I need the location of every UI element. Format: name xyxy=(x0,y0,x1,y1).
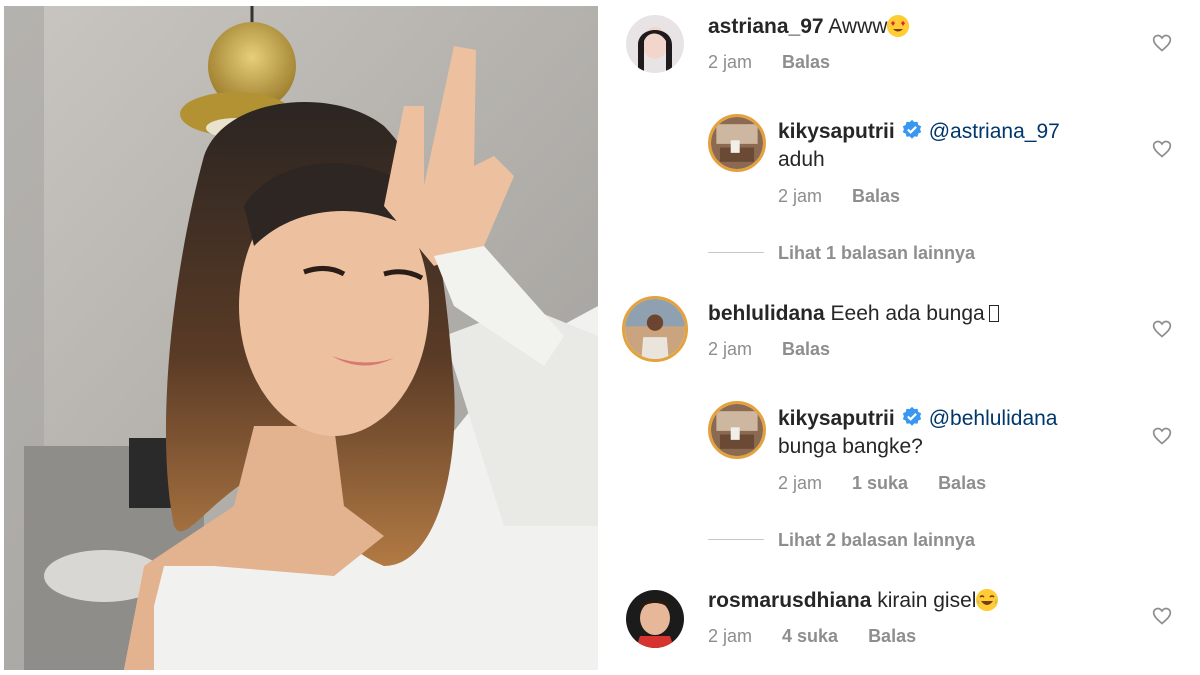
reply-button[interactable]: Balas xyxy=(782,339,830,359)
comment-meta: 2 jam 1 suka Balas xyxy=(778,473,1016,494)
like-count[interactable]: 1 suka xyxy=(852,473,908,493)
comment-text: Awww xyxy=(828,15,888,38)
divider xyxy=(708,539,764,540)
like-count[interactable]: 4 suka xyxy=(782,626,838,646)
comment-meta: 2 jam Balas xyxy=(708,339,860,360)
mention-link[interactable]: @behlulidana xyxy=(929,407,1058,430)
avatar[interactable] xyxy=(626,590,684,648)
comment-line: kikysaputrii @astriana_97 xyxy=(778,119,1060,145)
like-heart-icon[interactable] xyxy=(1152,139,1172,159)
comment-line: behlulidana Eeeh ada bunga xyxy=(708,301,999,327)
mention-link[interactable]: @astriana_97 xyxy=(929,120,1060,143)
laughing-emoji-icon xyxy=(976,589,999,611)
comment-meta: 2 jam Balas xyxy=(778,186,930,207)
comment-text: Eeeh ada bunga xyxy=(830,302,985,325)
avatar[interactable] xyxy=(626,15,684,73)
heart-eyes-emoji-icon xyxy=(887,15,910,37)
timestamp: 2 jam xyxy=(778,186,823,206)
timestamp: 2 jam xyxy=(708,52,753,72)
view-more-replies-button[interactable]: Lihat 2 balasan lainnya xyxy=(778,530,975,551)
timestamp: 2 jam xyxy=(708,626,753,646)
timestamp: 2 jam xyxy=(708,339,753,359)
username[interactable]: kikysaputrii xyxy=(778,120,895,143)
comment-meta: 2 jam Balas xyxy=(708,52,860,73)
username[interactable]: rosmarusdhiana xyxy=(708,589,871,612)
comment-line: astriana_97 Awww xyxy=(708,14,910,40)
reply-button[interactable]: Balas xyxy=(782,52,830,72)
reply-button[interactable]: Balas xyxy=(938,473,986,493)
divider xyxy=(708,252,764,253)
like-heart-icon[interactable] xyxy=(1152,33,1172,53)
avatar[interactable] xyxy=(622,296,688,362)
verified-badge-icon xyxy=(902,119,921,139)
reply-button[interactable]: Balas xyxy=(852,186,900,206)
post-photo xyxy=(4,6,598,670)
avatar[interactable] xyxy=(708,114,766,172)
missing-glyph-icon xyxy=(988,305,999,322)
comment-line: rosmarusdhiana kirain gisel xyxy=(708,588,999,614)
comment-text: aduh xyxy=(778,148,825,171)
username[interactable]: astriana_97 xyxy=(708,15,824,38)
like-heart-icon[interactable] xyxy=(1152,606,1172,626)
view-more-replies-button[interactable]: Lihat 1 balasan lainnya xyxy=(778,243,975,264)
comment-meta: 2 jam 4 suka Balas xyxy=(708,626,946,647)
comment-line: kikysaputrii @behlulidana xyxy=(778,406,1057,432)
reply-button[interactable]: Balas xyxy=(868,626,916,646)
avatar[interactable] xyxy=(708,401,766,459)
comment-text: bunga bangke? xyxy=(778,435,923,458)
like-heart-icon[interactable] xyxy=(1152,319,1172,339)
comment-text: kirain gisel xyxy=(877,589,977,612)
timestamp: 2 jam xyxy=(778,473,823,493)
username[interactable]: kikysaputrii xyxy=(778,407,895,430)
username[interactable]: behlulidana xyxy=(708,302,825,325)
like-heart-icon[interactable] xyxy=(1152,426,1172,446)
comments-panel: astriana_97 Awww 2 jam Balas kikysaputrii… xyxy=(598,0,1200,675)
verified-badge-icon xyxy=(902,406,921,426)
